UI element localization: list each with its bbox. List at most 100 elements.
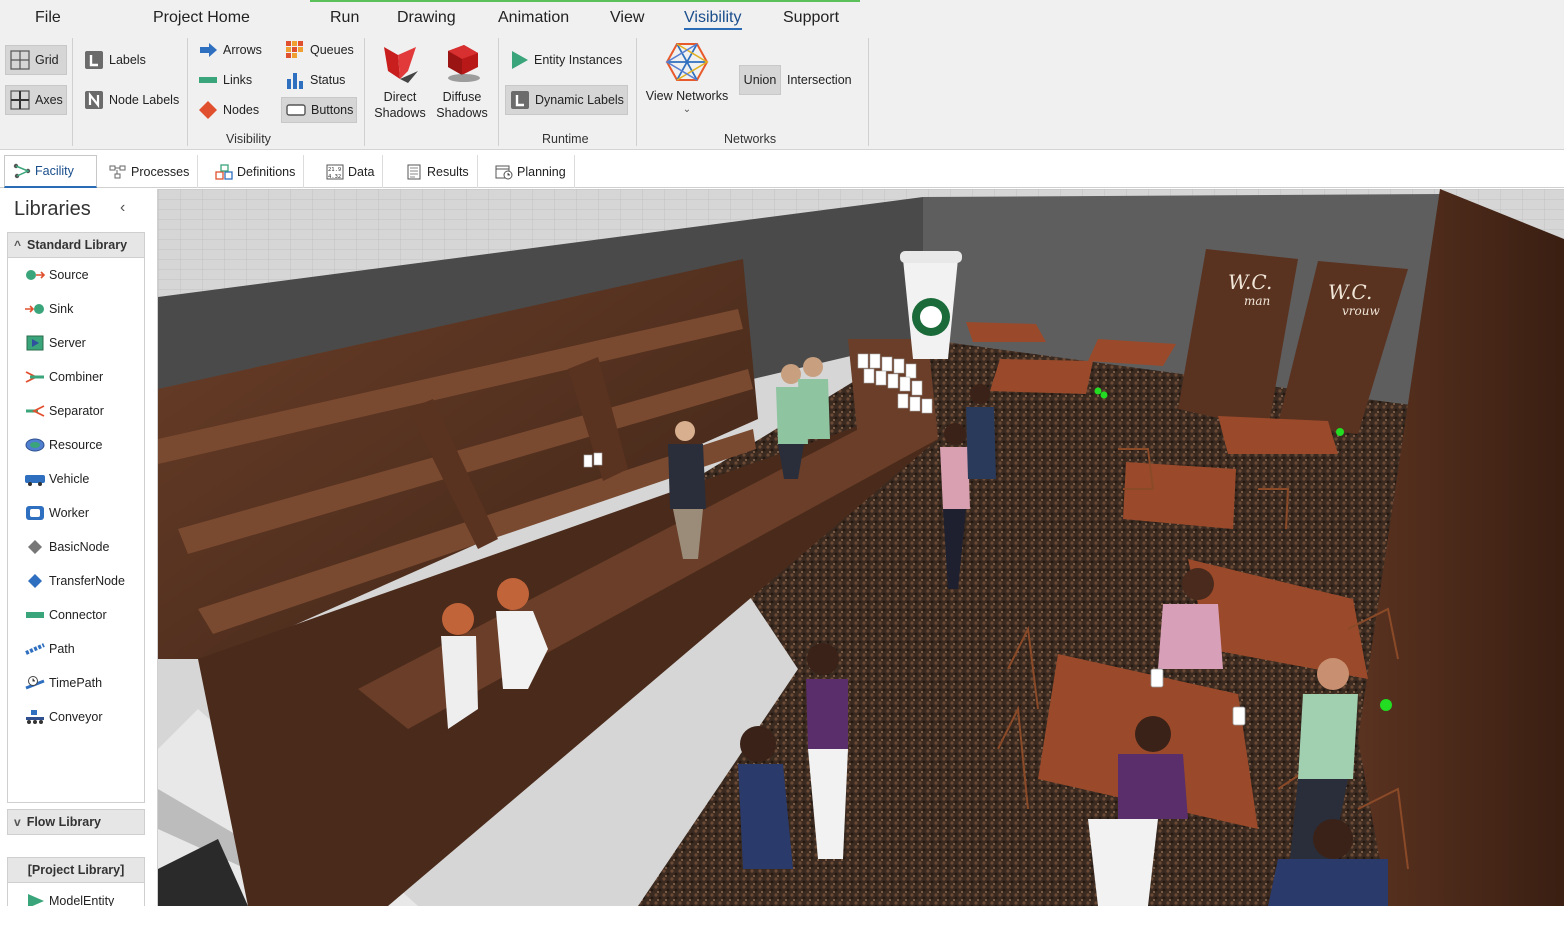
menu-animation[interactable]: Animation bbox=[498, 9, 569, 27]
view-networks-dropdown[interactable]: View Networks ⌄ bbox=[641, 40, 733, 116]
standard-library-header[interactable]: ^ Standard Library bbox=[7, 232, 145, 258]
basic-node-icon bbox=[24, 539, 46, 555]
menu-support[interactable]: Support bbox=[783, 9, 839, 27]
standard-library-label: Standard Library bbox=[27, 238, 128, 252]
menu-project-home[interactable]: Project Home bbox=[153, 9, 250, 27]
menu-run[interactable]: Run bbox=[330, 9, 359, 27]
library-item-timepath[interactable]: TimePath bbox=[24, 673, 102, 693]
menu-drawing[interactable]: Drawing bbox=[397, 9, 456, 27]
library-item-basicnode[interactable]: BasicNode bbox=[24, 537, 109, 557]
library-item-label: Server bbox=[49, 336, 86, 350]
library-item-conveyor[interactable]: Conveyor bbox=[24, 707, 103, 727]
status-label: Status bbox=[310, 73, 346, 87]
queues-icon bbox=[285, 40, 305, 60]
resource-icon bbox=[24, 437, 46, 453]
library-item-label: ModelEntity bbox=[49, 894, 115, 906]
project-library-header[interactable]: [Project Library] bbox=[7, 857, 145, 883]
view-tabs: Facility Processes Definitions 21.9 4.32 … bbox=[0, 151, 1564, 188]
facility-3d-viewport[interactable]: W.C. man W.C. vrouw bbox=[158, 189, 1564, 906]
ribbon: Grid Axes Labels Node Labels Arrows Link… bbox=[0, 36, 1564, 150]
library-item-label: Path bbox=[49, 642, 75, 656]
timepath-icon bbox=[24, 675, 46, 691]
entity-instances-toggle[interactable]: Entity Instances bbox=[505, 47, 626, 73]
tab-planning-label: Planning bbox=[517, 164, 566, 179]
library-item-vehicle[interactable]: Vehicle bbox=[24, 469, 89, 489]
tab-planning[interactable]: Planning bbox=[487, 155, 575, 188]
library-item-label: Conveyor bbox=[49, 710, 103, 724]
queues-toggle[interactable]: Queues bbox=[281, 37, 358, 63]
diffuse-shadows-toggle[interactable]: Diffuse Shadows bbox=[434, 41, 490, 121]
axes-toggle[interactable]: Axes bbox=[5, 85, 67, 115]
tab-processes[interactable]: Processes bbox=[101, 155, 199, 188]
arrows-toggle[interactable]: Arrows bbox=[194, 37, 266, 63]
menu-accent-line bbox=[310, 0, 860, 2]
flow-library-label: Flow Library bbox=[26, 815, 102, 829]
direct-shadows-toggle[interactable]: Direct Shadows bbox=[372, 41, 428, 121]
library-item-modelentity[interactable]: ModelEntity bbox=[24, 891, 114, 906]
tab-data[interactable]: 21.9 4.32 Data bbox=[318, 155, 384, 188]
group-label-runtime: Runtime bbox=[542, 132, 589, 146]
tab-facility-label: Facility bbox=[35, 164, 74, 178]
intersection-label: Intersection bbox=[787, 73, 852, 87]
library-item-transfernode[interactable]: TransferNode bbox=[24, 571, 125, 591]
direct-shadows-label-2: Shadows bbox=[374, 106, 426, 120]
union-toggle[interactable]: Union bbox=[739, 65, 781, 95]
transfer-node-icon bbox=[24, 573, 46, 589]
tab-definitions-label: Definitions bbox=[237, 164, 296, 179]
node-labels-label: Node Labels bbox=[109, 93, 180, 107]
library-item-path[interactable]: Path bbox=[24, 639, 75, 659]
grid-icon bbox=[10, 50, 30, 70]
project-library-list: ModelEntity bbox=[7, 883, 145, 906]
wc-sign-men-sub: man bbox=[1244, 294, 1270, 308]
library-item-label: Worker bbox=[49, 506, 90, 520]
diffuse-shadows-label-1: Diffuse bbox=[442, 90, 482, 104]
connector-icon bbox=[24, 607, 46, 623]
tab-results-label: Results bbox=[427, 164, 469, 179]
tab-definitions[interactable]: Definitions bbox=[207, 155, 305, 188]
library-item-worker[interactable]: Worker bbox=[24, 503, 89, 523]
library-item-combiner[interactable]: Combiner bbox=[24, 367, 103, 387]
collapse-left-icon[interactable]: ‹ bbox=[120, 199, 125, 217]
project-library-label: [Project Library] bbox=[27, 863, 125, 877]
node-diamond-icon bbox=[198, 100, 218, 120]
buttons-toggle[interactable]: Buttons bbox=[281, 97, 357, 123]
intersection-toggle[interactable]: Intersection bbox=[783, 67, 856, 93]
library-item-resource[interactable]: Resource bbox=[24, 435, 103, 455]
ribbon-separator bbox=[868, 38, 869, 146]
bar-chart-icon bbox=[285, 70, 305, 90]
menu-visibility[interactable]: Visibility bbox=[684, 9, 742, 30]
library-item-server[interactable]: Server bbox=[24, 333, 86, 353]
dynamic-labels-toggle[interactable]: Dynamic Labels bbox=[505, 85, 628, 115]
flow-library-header[interactable]: v Flow Library bbox=[7, 809, 145, 835]
menu-bar: File Project Home Run Drawing Animation … bbox=[0, 0, 1564, 36]
library-item-separator[interactable]: Separator bbox=[24, 401, 104, 421]
library-item-sink[interactable]: Sink bbox=[24, 299, 73, 319]
nodes-toggle[interactable]: Nodes bbox=[194, 97, 263, 123]
grid-toggle[interactable]: Grid bbox=[5, 45, 67, 75]
tab-facility[interactable]: Facility bbox=[4, 155, 97, 188]
library-item-source[interactable]: Source bbox=[24, 265, 89, 285]
status-toggle[interactable]: Status bbox=[281, 67, 349, 93]
library-item-label: Separator bbox=[49, 404, 104, 418]
definitions-icon bbox=[215, 163, 233, 180]
menu-file[interactable]: File bbox=[35, 9, 61, 27]
node-labels-toggle[interactable]: Node Labels bbox=[80, 87, 183, 113]
labels-toggle[interactable]: Labels bbox=[80, 47, 150, 73]
chevron-down-icon: ⌄ bbox=[682, 104, 692, 115]
group-label-visibility: Visibility bbox=[226, 132, 271, 146]
menu-view[interactable]: View bbox=[610, 9, 644, 27]
planning-icon bbox=[495, 164, 513, 180]
links-toggle[interactable]: Links bbox=[194, 67, 256, 93]
library-item-connector[interactable]: Connector bbox=[24, 605, 107, 625]
tab-results[interactable]: Results bbox=[397, 155, 478, 188]
library-item-label: TimePath bbox=[49, 676, 103, 690]
button-icon bbox=[286, 100, 306, 120]
svg-text:21.9: 21.9 bbox=[328, 167, 341, 173]
wc-sign-women-sub: vrouw bbox=[1342, 304, 1380, 318]
wc-sign-women-title: W.C. bbox=[1328, 280, 1372, 304]
arrow-right-icon bbox=[198, 40, 218, 60]
combiner-icon bbox=[24, 369, 46, 385]
union-label: Union bbox=[743, 73, 777, 87]
arrows-label: Arrows bbox=[223, 43, 262, 57]
axes-icon bbox=[10, 90, 30, 110]
